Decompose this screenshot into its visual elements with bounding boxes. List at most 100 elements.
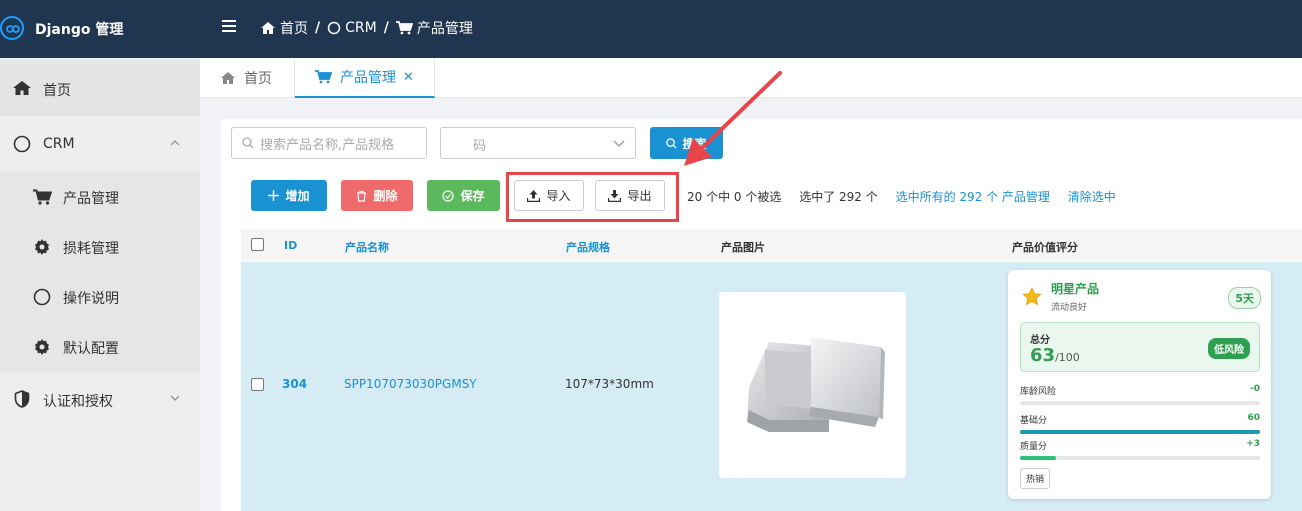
star-icon — [1022, 287, 1042, 310]
metric-bar — [1020, 401, 1260, 405]
column-header-image: 产品图片 — [721, 241, 765, 254]
cart-icon — [32, 188, 52, 206]
search-icon — [666, 137, 678, 149]
total-score-value: 63/100 — [1030, 345, 1080, 366]
highlight-box — [506, 172, 679, 222]
delete-button[interactable]: 删除 — [341, 180, 413, 211]
metric-inventory-risk: 库龄风险 -0 — [1020, 384, 1260, 405]
brand[interactable]: Django 管理 — [0, 0, 200, 58]
column-header-spec[interactable]: 产品规格 — [566, 239, 610, 255]
metric-quality-score: 质量分 +3 — [1020, 439, 1260, 460]
tab-strip: 首页 产品管理 ✕ — [200, 58, 1302, 98]
cart-icon — [395, 21, 413, 35]
metric-bar-fill — [1020, 456, 1056, 460]
score-card-title: 明星产品 — [1051, 282, 1100, 296]
search-button-label: 搜索 — [682, 136, 707, 151]
check-circle-icon — [442, 189, 455, 202]
column-header-id[interactable]: ID — [284, 239, 297, 252]
table-row[interactable]: 304 SPP107073030PGMSY 107*73*30mm 明星产品 流… — [241, 262, 1302, 511]
filter-select[interactable]: 码 — [440, 127, 636, 159]
shield-icon — [12, 390, 32, 408]
row-product-spec: 107*73*30mm — [565, 377, 654, 391]
home-icon — [220, 71, 236, 85]
sidebar-item-default-config[interactable]: 默认配置 — [0, 322, 200, 372]
column-header-name[interactable]: 产品名称 — [345, 239, 389, 255]
metric-base-score: 基础分 60 — [1020, 413, 1260, 434]
score-card-subtitle: 流动良好 — [1051, 303, 1088, 313]
metric-bar-fill — [1020, 430, 1260, 434]
breadcrumb: 首页 / CRM / 产品管理 — [260, 18, 473, 38]
table-header: ID 产品名称 产品规格 产品图片 产品价值评分 — [241, 229, 1302, 261]
sidebar-item-loss[interactable]: 损耗管理 — [0, 222, 200, 272]
chevron-down-icon — [170, 393, 180, 404]
row-product-name[interactable]: SPP107073030PGMSY — [344, 377, 477, 391]
close-icon[interactable]: ✕ — [403, 70, 414, 85]
sidebar-item-label: 损耗管理 — [63, 241, 119, 257]
save-button-label: 保存 — [460, 189, 485, 203]
hamburger-icon[interactable] — [222, 20, 236, 34]
home-icon — [12, 79, 32, 97]
select-all-link[interactable]: 选中所有的 292 个 产品管理 — [896, 190, 1050, 204]
sidebar-item-guide[interactable]: 操作说明 — [0, 272, 200, 322]
sidebar-item-product[interactable]: 产品管理 — [0, 172, 200, 222]
row-checkbox[interactable] — [251, 378, 264, 391]
circle-icon — [12, 135, 32, 153]
tab-product[interactable]: 产品管理 ✕ — [295, 58, 435, 98]
sidebar-item-home[interactable]: 首页 — [0, 60, 200, 116]
breadcrumb-crm[interactable]: CRM — [345, 20, 377, 36]
sidebar-item-crm[interactable]: CRM — [0, 116, 200, 172]
filter-select-value: 码 — [473, 139, 487, 154]
circle-icon — [327, 21, 341, 35]
sidebar-item-label: 操作说明 — [63, 291, 119, 307]
crm-submenu: 产品管理 损耗管理 操作说明 默认配置 — [0, 172, 200, 372]
chevron-up-icon — [170, 138, 180, 149]
infinity-logo-icon — [0, 16, 24, 40]
selection-status: 20 个中 0 个被选 选中了 292 个 选中所有的 292 个 产品管理 清… — [687, 188, 1130, 205]
sidebar-item-label: 首页 — [43, 83, 71, 99]
brand-title: Django 管理 — [35, 22, 124, 38]
search-input[interactable]: 搜索产品名称,产品规格 — [231, 127, 427, 159]
sidebar-item-auth[interactable]: 认证和授权 — [0, 371, 200, 427]
total-score-box: 总分 63/100 低风险 — [1020, 322, 1260, 372]
metric-bar — [1020, 430, 1260, 434]
sidebar-item-label: 产品管理 — [63, 191, 119, 207]
home-icon — [260, 21, 276, 35]
metric-value: -0 — [1250, 384, 1260, 394]
metric-label: 质量分 — [1020, 442, 1048, 452]
hot-sale-tag: 热销 — [1020, 468, 1051, 489]
sidebar-item-label: CRM — [43, 136, 75, 152]
clear-selection-link[interactable]: 清除选中 — [1068, 190, 1116, 204]
add-button[interactable]: 增加 — [251, 180, 327, 211]
tab-home[interactable]: 首页 — [200, 58, 295, 98]
metric-value: +3 — [1246, 439, 1260, 449]
select-all-checkbox[interactable] — [251, 238, 264, 251]
search-button[interactable]: 搜索 — [650, 127, 723, 159]
product-image[interactable] — [719, 292, 906, 478]
cart-icon — [315, 70, 332, 84]
row-id[interactable]: 304 — [282, 377, 307, 391]
metric-label: 库龄风险 — [1020, 387, 1057, 397]
tab-label: 产品管理 — [340, 70, 396, 86]
tab-label: 首页 — [244, 71, 272, 87]
metric-label: 基础分 — [1020, 416, 1048, 426]
search-placeholder: 搜索产品名称,产品规格 — [260, 137, 395, 153]
add-button-label: 增加 — [285, 189, 310, 203]
save-button[interactable]: 保存 — [427, 180, 500, 211]
gear-icon — [32, 238, 52, 256]
circle-icon — [32, 288, 52, 306]
top-bar: Django 管理 首页 / CRM / 产品管理 — [0, 0, 1302, 58]
days-badge: 5天 — [1228, 287, 1261, 309]
plus-icon — [268, 190, 280, 201]
total-score-number: 63 — [1030, 345, 1056, 366]
breadcrumb-separator: / — [383, 20, 389, 36]
risk-badge: 低风险 — [1208, 338, 1250, 359]
sidebar: 首页 CRM 产品管理 损耗管理 操作说明 默认配置 认证和授权 — [0, 58, 200, 511]
product-score-card: 明星产品 流动良好 5天 总分 63/100 低风险 库龄风险 -0 基础分 6… — [1008, 270, 1271, 499]
gear-icon — [32, 338, 52, 356]
main-panel: 搜索产品名称,产品规格 码 搜索 增加 删除 保存 导入 导出 20 个中 0 … — [221, 119, 1302, 511]
chevron-down-icon — [613, 137, 625, 152]
breadcrumb-home[interactable]: 首页 — [280, 18, 308, 38]
search-icon — [242, 137, 254, 149]
breadcrumb-separator: / — [315, 20, 321, 36]
selection-selected: 选中了 292 个 — [799, 190, 878, 204]
